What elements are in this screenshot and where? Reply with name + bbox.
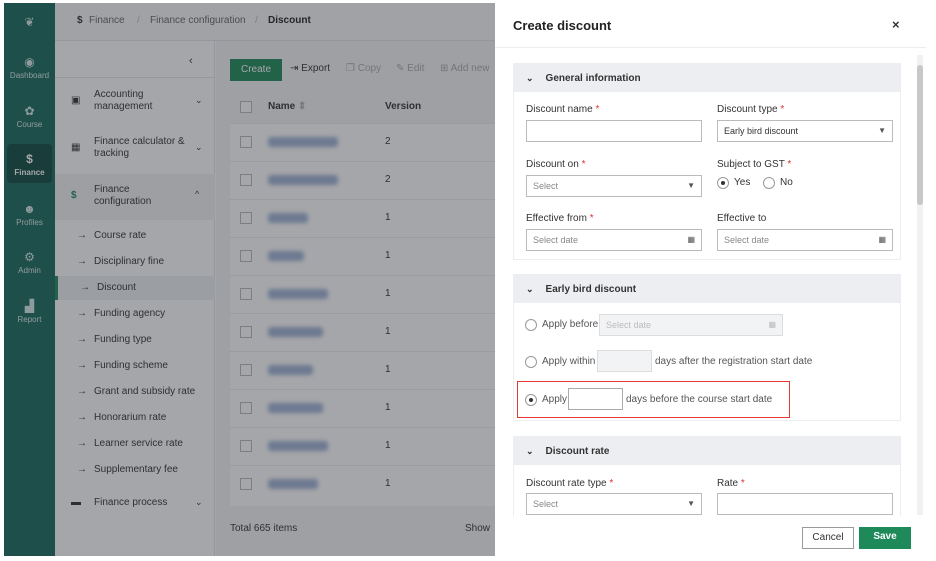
- caret-down-icon: ▼: [687, 181, 695, 190]
- apply-before-label: Apply before: [542, 319, 599, 330]
- apply-within-days-input[interactable]: [597, 350, 652, 372]
- apply-within-label: Apply within: [542, 356, 596, 367]
- date-placeholder: Select date: [533, 235, 579, 245]
- effective-from-label: Effective from: [526, 213, 587, 224]
- cancel-button[interactable]: Cancel: [802, 527, 854, 549]
- section-header[interactable]: ⌄ General information: [514, 64, 900, 92]
- apply-label: Apply: [542, 394, 568, 405]
- calendar-icon: ▦: [768, 320, 776, 329]
- gst-label: Subject to GST: [717, 159, 785, 170]
- close-icon[interactable]: ×: [892, 17, 900, 32]
- app: ❦ ◉ Dashboard ✿ Course $ Finance ☻ Profiles …: [4, 3, 926, 556]
- caret-down-icon: ▼: [687, 499, 695, 508]
- apply-before-radio[interactable]: [525, 319, 537, 331]
- gst-yes-label: Yes: [734, 177, 751, 188]
- select-value: Early bird discount: [724, 126, 799, 136]
- effective-to-label: Effective to: [717, 213, 767, 224]
- rate-label: Rate: [717, 478, 739, 489]
- apply-days-before-radio[interactable]: [525, 394, 537, 406]
- gst-no-radio[interactable]: [763, 177, 775, 189]
- create-discount-drawer: Create discount × ⌄ General information D…: [495, 3, 926, 556]
- gst-yes-radio[interactable]: [717, 177, 729, 189]
- section-title: General information: [545, 73, 641, 84]
- calendar-icon: ▦: [687, 235, 695, 244]
- save-button[interactable]: Save: [859, 527, 911, 549]
- days-before-course-input[interactable]: [568, 388, 623, 410]
- calendar-icon: ▦: [878, 235, 886, 244]
- modal-backdrop[interactable]: [4, 3, 495, 556]
- scrollbar[interactable]: [917, 55, 923, 515]
- general-information-section: ⌄ General information Discount name * Dis…: [513, 63, 901, 260]
- before-course-label: days before the course start date: [626, 394, 773, 405]
- chevron-down-icon: ⌄: [526, 284, 534, 294]
- caret-down-icon: ▼: [878, 126, 886, 135]
- apply-within-radio[interactable]: [525, 356, 537, 368]
- select-placeholder: Select: [533, 181, 559, 191]
- apply-before-date-input[interactable]: Select date ▦: [599, 314, 783, 336]
- chevron-down-icon: ⌄: [526, 73, 534, 83]
- discount-on-label: Discount on: [526, 159, 579, 170]
- discount-name-input[interactable]: [526, 120, 702, 142]
- discount-rate-section: ⌄ Discount rate Discount rate type * Sele…: [513, 436, 901, 516]
- date-placeholder: Select date: [606, 320, 652, 330]
- discount-type-select[interactable]: Early bird discount ▼: [717, 120, 893, 142]
- discount-on-select[interactable]: Select ▼: [526, 175, 702, 197]
- chevron-down-icon: ⌄: [526, 446, 534, 456]
- select-placeholder: Select: [533, 499, 559, 509]
- effective-from-input[interactable]: Select date ▦: [526, 229, 702, 251]
- early-bird-section: ⌄ Early bird discount Apply before Select…: [513, 274, 901, 421]
- discount-type-label: Discount type: [717, 104, 778, 115]
- section-header[interactable]: ⌄ Discount rate: [514, 437, 900, 465]
- section-title: Discount rate: [545, 446, 610, 457]
- date-placeholder: Select date: [724, 235, 770, 245]
- after-registration-label: days after the registration start date: [655, 356, 813, 367]
- rate-input[interactable]: [717, 493, 893, 515]
- drawer-title: Create discount: [513, 18, 612, 33]
- rate-type-select[interactable]: Select ▼: [526, 493, 702, 515]
- rate-type-label: Discount rate type: [526, 478, 607, 489]
- effective-to-input[interactable]: Select date ▦: [717, 229, 893, 251]
- section-title: Early bird discount: [545, 284, 637, 295]
- gst-no-label: No: [780, 177, 793, 188]
- discount-name-label: Discount name: [526, 104, 593, 115]
- section-header[interactable]: ⌄ Early bird discount: [514, 275, 900, 303]
